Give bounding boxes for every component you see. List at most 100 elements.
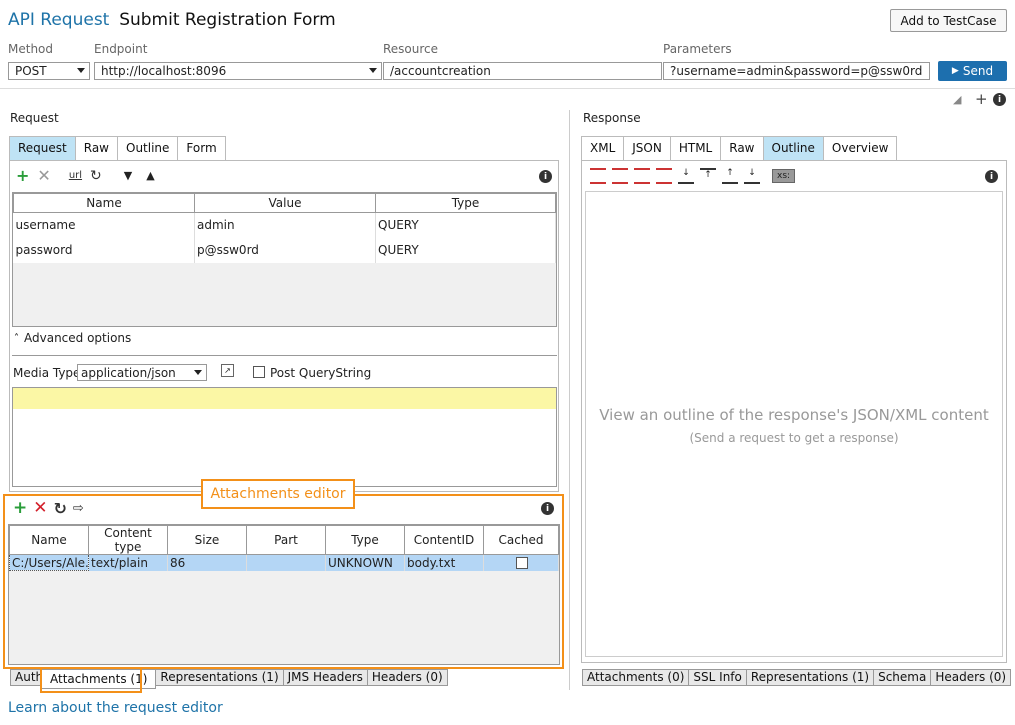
endpoint-combo[interactable]: http://localhost:8096: [94, 62, 382, 80]
collapse-level-icon[interactable]: [612, 168, 628, 184]
col-content-id[interactable]: ContentID: [404, 525, 484, 555]
add-to-testcase-button[interactable]: Add to TestCase: [890, 9, 1007, 32]
attachment-content-id[interactable]: body.txt: [404, 554, 484, 571]
refresh-icon[interactable]: ↻: [90, 168, 102, 184]
attachment-type[interactable]: UNKNOWN: [325, 554, 405, 571]
info-icon[interactable]: i: [993, 93, 1006, 106]
tab-jms-headers[interactable]: JMS Headers: [282, 669, 368, 686]
xs-toggle[interactable]: xs:: [772, 169, 796, 183]
method-value: POST: [15, 64, 47, 78]
remove-icon[interactable]: ✕: [37, 166, 50, 185]
add-icon[interactable]: +: [16, 166, 29, 185]
tab-auth[interactable]: Auth: [10, 669, 42, 686]
attachment-name[interactable]: C:/Users/Ale...: [9, 554, 89, 571]
current-line-highlight: [13, 388, 556, 409]
tab-xml[interactable]: XML: [581, 136, 625, 160]
delete-attachment-icon[interactable]: ✕: [33, 498, 47, 518]
add-attachment-icon[interactable]: +: [13, 498, 27, 518]
attachments-tab-highlight: [40, 667, 142, 693]
tab-html[interactable]: HTML: [669, 136, 722, 160]
layout-icon[interactable]: ◢: [953, 93, 961, 106]
attachment-part[interactable]: [246, 554, 326, 571]
step-down-icon[interactable]: ↓: [744, 168, 760, 184]
tab-representations[interactable]: Representations (1): [745, 669, 875, 686]
tab-request[interactable]: Request: [9, 136, 76, 160]
export-icon[interactable]: ⇨: [73, 501, 84, 516]
attachment-size[interactable]: 86: [167, 554, 247, 571]
header-divider: [0, 88, 1015, 89]
param-name[interactable]: password: [13, 237, 195, 263]
parameters-input[interactable]: ?username=admin&password=p@ssw0rd: [663, 62, 930, 80]
tab-headers[interactable]: Headers (0): [366, 669, 448, 686]
step-up-icon[interactable]: ↑: [722, 168, 738, 184]
tab-ssl-info[interactable]: SSL Info: [688, 669, 747, 686]
tab-form[interactable]: Form: [177, 136, 226, 160]
col-type[interactable]: Type: [375, 193, 556, 213]
col-name[interactable]: Name: [13, 193, 195, 213]
method-select[interactable]: POST: [8, 62, 90, 80]
col-value[interactable]: Value: [194, 193, 376, 213]
chevron-down-icon: [369, 68, 377, 73]
info-icon[interactable]: i: [539, 170, 552, 183]
tab-overview[interactable]: Overview: [822, 136, 898, 160]
move-down-icon[interactable]: ▼: [124, 169, 132, 182]
post-querystring-label: Post QueryString: [270, 366, 372, 380]
col-type[interactable]: Type: [325, 525, 405, 555]
param-value[interactable]: admin: [194, 212, 376, 238]
request-body-editor[interactable]: [12, 387, 557, 487]
collapse-all-icon[interactable]: [590, 168, 606, 184]
tab-attachments[interactable]: Attachments (0): [582, 669, 690, 686]
tab-raw[interactable]: Raw: [720, 136, 764, 160]
info-icon[interactable]: i: [541, 502, 554, 515]
reload-icon[interactable]: ↻: [54, 499, 67, 518]
request-tabs: Request Raw Outline Form: [9, 136, 226, 160]
post-querystring-checkbox[interactable]: [253, 366, 265, 378]
table-row[interactable]: password p@ssw0rd QUERY: [13, 237, 556, 263]
tab-schema[interactable]: Schema: [873, 669, 932, 686]
tab-outline[interactable]: Outline: [762, 136, 824, 160]
tab-headers[interactable]: Headers (0): [930, 669, 1012, 686]
info-icon[interactable]: i: [985, 170, 998, 183]
param-name[interactable]: username: [13, 212, 195, 238]
endpoint-value: http://localhost:8096: [101, 64, 227, 78]
cached-checkbox[interactable]: [516, 557, 528, 570]
tab-representations[interactable]: Representations (1): [155, 669, 284, 686]
learn-more-link[interactable]: Learn about the request editor: [8, 700, 223, 716]
param-value[interactable]: p@ssw0rd: [194, 237, 376, 263]
panel-splitter[interactable]: [569, 110, 570, 690]
expand-icon[interactable]: ↗: [221, 364, 234, 377]
move-up-icon[interactable]: ▲: [146, 169, 154, 182]
tab-raw[interactable]: Raw: [74, 136, 118, 160]
tab-outline[interactable]: Outline: [117, 136, 179, 160]
media-type-label: Media Type: [13, 366, 81, 380]
url-encode-icon[interactable]: url: [69, 170, 82, 181]
empty-state-title: View an outline of the response's JSON/X…: [599, 406, 989, 424]
param-type[interactable]: QUERY: [375, 212, 556, 238]
col-name[interactable]: Name: [9, 525, 89, 555]
table-row[interactable]: username admin QUERY: [13, 212, 556, 238]
col-cached[interactable]: Cached: [483, 525, 559, 555]
media-type-select[interactable]: application/json: [77, 364, 207, 381]
param-type[interactable]: QUERY: [375, 237, 556, 263]
move-bottom-icon[interactable]: ↓: [678, 168, 694, 184]
attachment-content-type[interactable]: text/plain: [88, 554, 168, 571]
chevron-down-icon: [77, 68, 85, 73]
col-part[interactable]: Part: [246, 525, 326, 555]
empty-state-subtitle: (Send a request to get a response): [689, 431, 899, 445]
attachments-editor-callout: Attachments editor: [201, 479, 355, 509]
col-content-type[interactable]: Content type: [88, 525, 168, 555]
request-panel-title: Request: [10, 111, 59, 125]
move-top-icon[interactable]: ↑: [700, 168, 716, 184]
advanced-options-toggle[interactable]: ˄ Advanced options: [14, 331, 131, 345]
table-row[interactable]: C:/Users/Ale... text/plain 86 UNKNOWN bo…: [9, 554, 559, 571]
expand-all-icon[interactable]: [656, 168, 672, 184]
response-outline-view: View an outline of the response's JSON/X…: [585, 191, 1003, 657]
chevron-down-icon: [194, 370, 202, 375]
response-tabs: XML JSON HTML Raw Outline Overview: [581, 136, 898, 160]
tab-json[interactable]: JSON: [623, 136, 671, 160]
plus-icon[interactable]: +: [975, 90, 988, 108]
col-size[interactable]: Size: [167, 525, 247, 555]
send-button[interactable]: ▶ Send: [938, 61, 1007, 81]
expand-level-icon[interactable]: [634, 168, 650, 184]
resource-input[interactable]: /accountcreation: [383, 62, 662, 80]
